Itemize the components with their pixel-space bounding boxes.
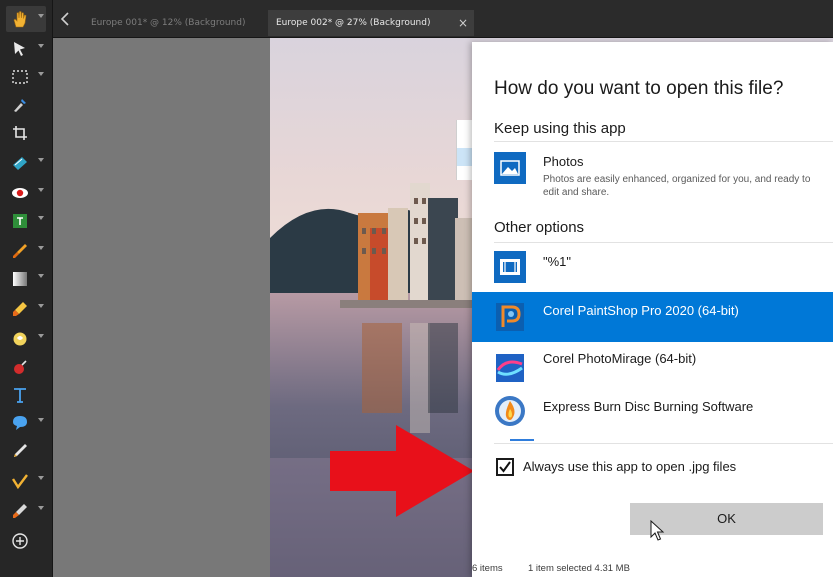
tab-europe-001[interactable]: Europe 001* @ 12% (Background) [83,10,263,36]
retouch-tool[interactable] [6,468,46,494]
app-name: "%1" [543,254,572,269]
express-burn-icon [495,396,525,426]
app-option-paintshop-pro[interactable]: Corel PaintShop Pro 2020 (64-bit) [472,292,833,342]
text-tool[interactable] [6,382,46,408]
pick-arrow-icon [14,42,25,56]
pin-icon [14,360,27,374]
eraser-icon [13,302,27,316]
keep-using-heading: Keep using this app [494,120,626,137]
pen-icon [14,444,27,457]
generic-app-icon [494,251,526,283]
crop-tool[interactable] [6,120,46,146]
app-option-photomirage[interactable]: Corel PhotoMirage (64-bit) [472,342,833,390]
always-use-checkbox[interactable] [496,458,514,476]
paintshop-pro-icon [496,303,524,331]
explorer-status-bar: 6 items 1 item selected 4.31 MB [472,559,833,577]
smudge-icon [13,332,27,346]
tab-label: Europe 002* @ 27% (Background) [276,18,431,28]
dropper-icon [14,99,26,112]
document-tab-bar: Europe 001* @ 12% (Background) Europe 00… [53,0,833,38]
clone-brush-icon [13,504,27,518]
pin-tool[interactable] [6,354,46,380]
red-eye-tool[interactable] [6,180,46,206]
clone-brush-tool[interactable] [6,498,46,524]
mouse-cursor-icon [650,520,665,541]
shape-icon [13,416,27,430]
divider [494,141,833,142]
divider [494,242,833,243]
app-name: Corel PaintShop Pro 2020 (64-bit) [543,303,739,318]
text-box-tool[interactable] [6,208,46,234]
fill-tool[interactable] [6,266,46,292]
tab-europe-002[interactable]: Europe 002* @ 27% (Background) × [268,10,474,36]
crop-icon [13,126,27,140]
pen-tool[interactable] [6,438,46,464]
shape-tool[interactable] [6,410,46,436]
selection-marquee-icon [12,70,28,84]
app-option-photos[interactable]: Photos Photos are easily enhanced, organ… [472,146,833,208]
text-box-icon [13,214,27,228]
pan-tool[interactable] [6,6,46,32]
red-eye-icon [12,188,28,198]
straighten-icon [13,157,27,170]
straighten-tool[interactable] [6,150,46,176]
paint-brush-tool[interactable] [6,238,46,264]
app-option-express-burn[interactable]: Express Burn Disc Burning Software [472,392,833,440]
smudge-tool[interactable] [6,326,46,352]
pan-hand-icon [13,11,27,28]
retouch-icon [11,474,28,490]
add-circle-icon [12,533,28,549]
close-icon[interactable]: × [458,10,468,36]
photomirage-icon [496,354,524,382]
pick-tool[interactable] [6,36,46,62]
add-tool[interactable] [6,528,46,554]
other-options-heading: Other options [494,219,585,236]
photos-app-icon [494,152,526,184]
fill-gradient-icon [13,272,27,286]
item-count: 6 items [472,563,503,574]
always-use-label[interactable]: Always use this app to open .jpg files [523,459,736,474]
dropper-tool[interactable] [6,92,46,118]
selection-tool[interactable] [6,64,46,90]
tab-label: Europe 001* @ 12% (Background) [91,18,246,28]
chevron-left-icon[interactable] [57,11,75,27]
dialog-title: How do you want to open this file? [494,78,784,99]
list-scroll-indicator [510,439,534,441]
app-description: Photos are easily enhanced, organized fo… [543,174,811,198]
checkmark-icon [499,461,511,473]
app-name: Express Burn Disc Burning Software [543,399,754,414]
red-arrow-annotation [330,425,474,517]
app-option-placeholder[interactable]: "%1" [472,245,833,289]
text-tool-icon [14,388,26,403]
tools-toolbar [0,0,53,577]
selection-info: 1 item selected 4.31 MB [528,563,630,574]
paint-brush-icon [13,244,27,258]
open-with-dialog: How do you want to open this file? Keep … [472,42,833,577]
divider [494,443,833,444]
eraser-tool[interactable] [6,296,46,322]
app-name: Photos [543,154,584,169]
app-name: Corel PhotoMirage (64-bit) [543,351,697,366]
